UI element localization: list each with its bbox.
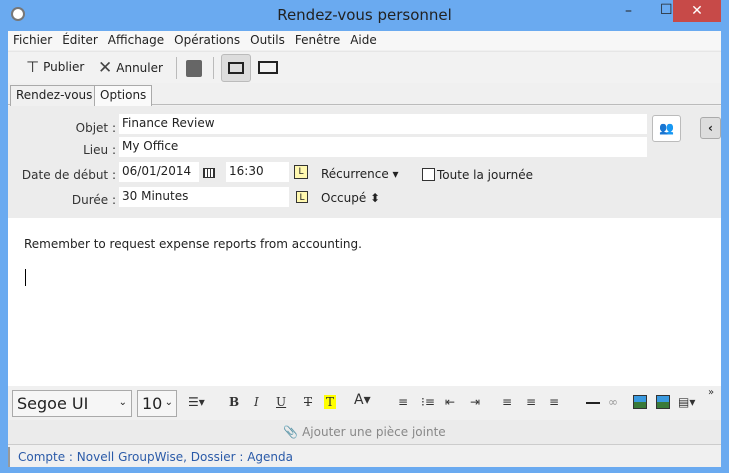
body-text: Remember to request expense reports from… [24,237,362,251]
duration-input[interactable]: 30 Minutes [119,187,289,207]
place-label: Lieu : [83,143,116,157]
add-attachment-button[interactable]: 📎 Ajouter une pièce jointe [8,420,721,445]
outdent-icon[interactable]: ⇤ [445,395,455,409]
clock-icon[interactable]: L [294,165,308,179]
menu-operations[interactable]: Opérations [169,31,245,49]
cancel-button[interactable]: ✕ Annuler [98,58,163,78]
tab-rendez-vous[interactable]: Rendez-vous [10,85,99,106]
menu-editer[interactable]: Éditer [57,31,103,49]
overflow-icon[interactable]: » [708,387,714,398]
allday-checkbox[interactable] [422,168,435,181]
x-icon: ✕ [98,58,113,78]
allday-label: Toute la journée [437,168,534,182]
font-select[interactable]: Segoe UI ⌄ [12,390,132,417]
close-button[interactable]: ✕ [673,0,721,22]
line-spacing-icon[interactable]: ☰▾ [188,395,205,409]
busy-dropdown[interactable]: Occupé ⬍ [321,191,380,205]
menu-fichier[interactable]: Fichier [8,31,57,49]
indent-icon[interactable]: ⇥ [470,395,480,409]
tab-options[interactable]: Options [94,85,153,106]
color-picker-icon[interactable]: ▤▾ [678,395,695,409]
view-text-icon[interactable] [258,61,278,74]
menu-outils[interactable]: Outils [245,31,290,49]
toolbar: ⊤ Publier ✕ Annuler [8,51,721,83]
calendar-icon[interactable] [203,168,215,178]
bullet-list-icon[interactable]: ⁝≡ [421,395,435,409]
status-bar: Compte : Novell GroupWise, Dossier : Age… [8,447,721,467]
duration-label: Durée : [71,193,116,207]
menu-affichage[interactable]: Affichage [103,31,169,49]
save-icon[interactable] [186,60,202,77]
tab-bar: Rendez-vous Options [8,83,721,106]
place-input[interactable]: My Office [119,137,647,157]
window-title: Rendez-vous personnel [277,6,452,24]
date-input[interactable]: 06/01/2014 [119,162,199,182]
paperclip-icon: 📎 [283,425,299,439]
gallery-icon[interactable] [656,395,670,409]
start-date-label: Date de début : [21,168,116,182]
subject-label: Objet : [75,121,116,135]
collapse-panel-button[interactable]: ‹ [700,117,721,139]
view-form-icon[interactable] [221,54,251,82]
address-book-button[interactable]: 👥 [652,115,681,142]
font-color-icon[interactable]: A▾ [354,392,371,408]
align-center-icon[interactable]: ≡ [526,395,536,409]
pin-icon: ⊤ [26,58,40,76]
numbered-list-icon[interactable]: ≡ [398,395,408,409]
align-right-icon[interactable]: ≡ [549,395,559,409]
link-icon[interactable]: ∞ [608,395,618,409]
size-select[interactable]: 10 ⌄ [137,390,177,417]
window: Fichier Éditer Affichage Opérations Outils Fe… [8,31,721,467]
title-bar: Rendez-vous personnel – ☐ ✕ [0,0,729,31]
image-icon[interactable] [633,395,647,409]
minimize-button[interactable]: – [625,3,632,19]
recurrence-dropdown[interactable]: Récurrence ▾ [321,167,399,181]
menu-fenetre[interactable]: Fenêtre [290,31,345,49]
horizontal-line-icon[interactable] [586,402,600,404]
subject-input[interactable]: Finance Review [119,114,647,134]
time-input[interactable]: 16:30 [226,162,289,182]
align-left-icon[interactable]: ≡ [502,395,512,409]
menu-bar: Fichier Éditer Affichage Opérations Outils Fe… [8,31,721,50]
underline-button[interactable]: U [276,395,286,409]
format-toolbar: Segoe UI ⌄ 10 ⌄ ☰▾ B I U T T A▾ ≡ ⁝≡ ⇤ ⇥ ≡… [8,386,721,420]
menu-aide[interactable]: Aide [345,31,382,49]
appointment-form: Objet : Finance Review Lieu : My Office … [8,106,721,218]
bold-button[interactable]: B [229,395,239,409]
maximize-button[interactable]: ☐ [660,2,673,18]
publish-button[interactable]: ⊤ Publier [26,58,84,76]
highlight-button[interactable]: T [324,395,337,409]
message-body[interactable]: Remember to request expense reports from… [8,218,721,386]
italic-button[interactable]: I [254,395,259,409]
duration-clock-icon[interactable]: L [296,191,308,203]
strikethrough-button[interactable]: T [304,395,312,409]
text-cursor [25,269,26,286]
